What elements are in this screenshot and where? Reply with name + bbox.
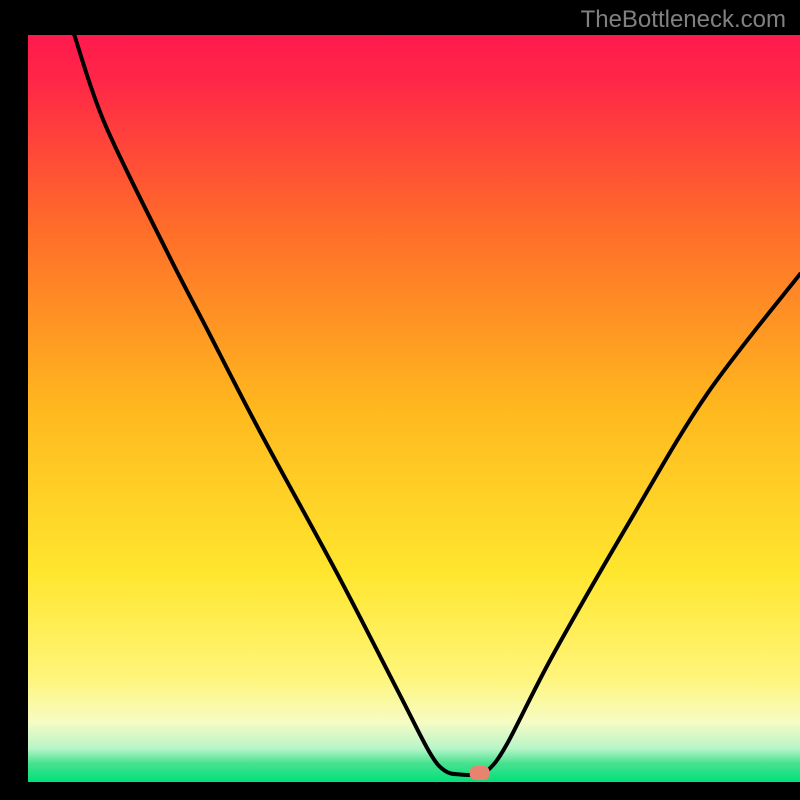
bottleneck-chart xyxy=(0,0,800,800)
optimal-marker xyxy=(470,766,490,780)
plot-background xyxy=(28,35,800,782)
chart-container: TheBottleneck.com xyxy=(0,0,800,800)
